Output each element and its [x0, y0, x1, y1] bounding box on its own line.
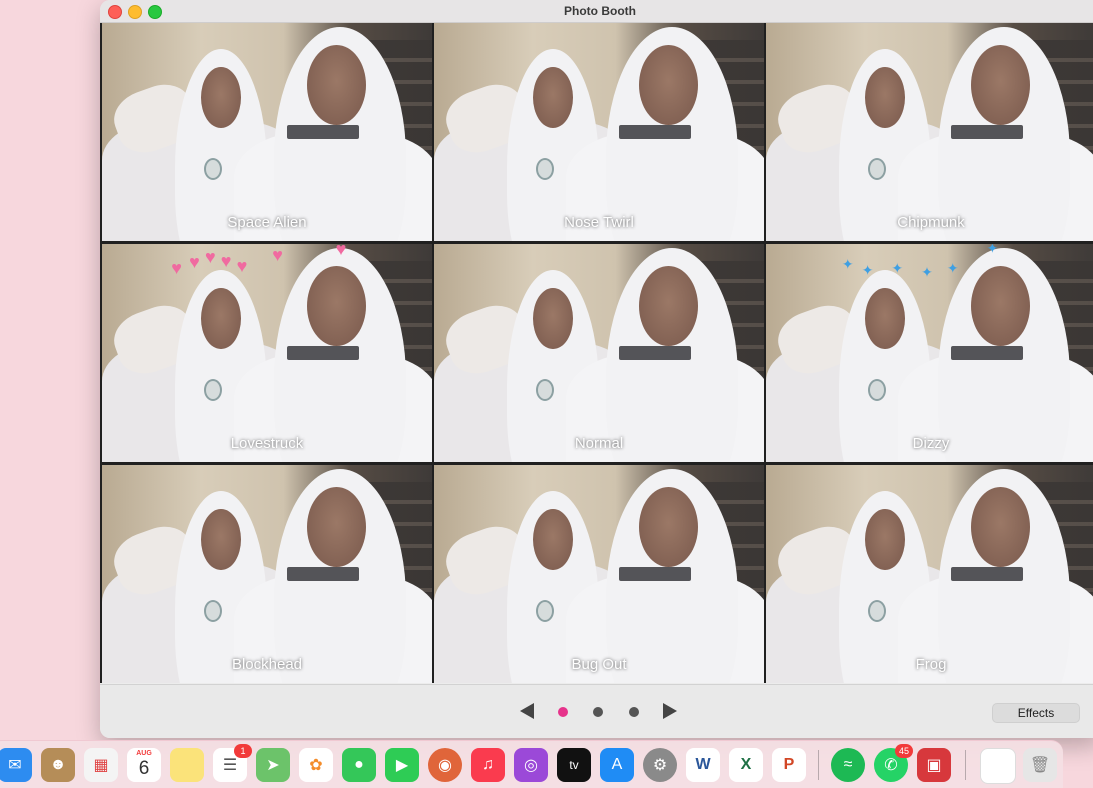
title-bar[interactable]: Photo Booth: [100, 0, 1093, 23]
whatsapp-icon[interactable]: ✆ 45: [874, 744, 913, 782]
effect-label: Lovestruck: [230, 435, 304, 452]
effect-tile-bug-out[interactable]: Bug Out: [434, 465, 764, 683]
excel-icon[interactable]: X: [729, 748, 763, 782]
effect-tile-chipmunk[interactable]: Chipmunk: [766, 23, 1093, 241]
whatsapp-badge: 45: [895, 744, 913, 758]
effect-label: Dizzy: [912, 435, 950, 452]
messages-icon[interactable]: ●: [342, 748, 376, 782]
bird-icon: ✦: [841, 255, 854, 272]
bird-icon: ✦: [986, 244, 999, 257]
calendar-month: AUG: [136, 750, 152, 757]
effect-label: Nose Twirl: [564, 214, 634, 231]
photo-booth-dock-icon[interactable]: ◉: [428, 748, 462, 782]
effects-button[interactable]: Effects: [992, 703, 1080, 723]
dock-separator: [965, 750, 966, 780]
dock-separator: [818, 750, 819, 780]
contacts-icon[interactable]: ☻: [41, 748, 75, 782]
bird-icon: ✦: [861, 261, 874, 278]
effect-label: Frog: [915, 656, 947, 673]
next-page-icon[interactable]: [663, 703, 677, 719]
reminders-badge: 1: [234, 744, 252, 758]
effect-label: Normal: [574, 435, 624, 452]
minimize-window-button[interactable]: [128, 5, 142, 19]
document-icon[interactable]: [980, 748, 1016, 784]
app-store-icon[interactable]: A: [600, 748, 634, 782]
heart-icon: ♥: [335, 244, 347, 259]
effect-label: Chipmunk: [897, 214, 965, 231]
reminders-icon[interactable]: ☰ 1: [213, 744, 252, 782]
dock: ✉ ☻ ▦ AUG 6 ☰ 1 ➤ ✿ ● ▶ ◉ ♫ ◎ tv A ⚙ W X…: [0, 740, 1063, 788]
bird-icon: ✦: [891, 259, 904, 276]
heart-icon: ♥: [204, 246, 216, 267]
heart-icon: ♥: [189, 252, 200, 273]
photo-booth-window: Photo Booth Space Alien Nose Twirl Chipm: [100, 0, 1093, 738]
previous-page-icon[interactable]: [520, 703, 534, 719]
effect-label: Blockhead: [231, 656, 303, 673]
heart-icon: ♥: [171, 258, 182, 279]
heart-icon: ♥: [236, 256, 248, 277]
page-dot-1[interactable]: [558, 707, 568, 717]
preview-icon[interactable]: ▣: [917, 748, 951, 782]
bird-icon: ✦: [921, 263, 933, 280]
effect-tile-lovestruck[interactable]: ♥ ♥ ♥ ♥ ♥ ♥ ♥ Lovestruck: [102, 244, 432, 462]
heart-icon: ♥: [220, 250, 232, 271]
bottom-toolbar: Effects: [100, 684, 1093, 738]
word-icon[interactable]: W: [686, 748, 720, 782]
launchpad-icon[interactable]: ▦: [84, 748, 118, 782]
effect-label: Bug Out: [571, 656, 627, 673]
close-window-button[interactable]: [108, 5, 122, 19]
effect-tile-frog[interactable]: Frog: [766, 465, 1093, 683]
spotify-icon[interactable]: ≈: [831, 748, 865, 782]
calendar-icon[interactable]: AUG 6: [127, 748, 161, 782]
effect-tile-nose-twirl[interactable]: Nose Twirl: [434, 23, 764, 241]
music-icon[interactable]: ♫: [471, 748, 505, 782]
effect-tile-dizzy[interactable]: ✦ ✦ ✦ ✦ ✦ ✦ Dizzy: [766, 244, 1093, 462]
birds-overlay: ✦ ✦ ✦ ✦ ✦ ✦: [832, 244, 1030, 283]
tv-icon[interactable]: tv: [557, 748, 591, 782]
maps-icon[interactable]: ➤: [256, 748, 290, 782]
hearts-overlay: ♥ ♥ ♥ ♥ ♥ ♥ ♥: [161, 244, 359, 290]
effect-tile-normal[interactable]: Normal: [434, 244, 764, 462]
calendar-day: 6: [138, 758, 150, 779]
system-preferences-icon[interactable]: ⚙: [643, 748, 677, 782]
window-title: Photo Booth: [564, 4, 636, 18]
page-dot-2[interactable]: [593, 707, 603, 717]
effects-grid: Space Alien Nose Twirl Chipmunk ♥ ♥ ♥ ♥ …: [100, 23, 1093, 683]
mail-icon[interactable]: ✉: [0, 748, 32, 782]
effect-tile-space-alien[interactable]: Space Alien: [102, 23, 432, 241]
heart-icon: ♥: [272, 244, 283, 265]
bird-icon: ✦: [946, 259, 959, 276]
page-dot-3[interactable]: [629, 707, 639, 717]
maximize-window-button[interactable]: [148, 5, 162, 19]
effect-tile-blockhead[interactable]: Blockhead: [102, 465, 432, 683]
trash-icon[interactable]: 🗑: [1023, 748, 1057, 782]
facetime-icon[interactable]: ▶: [385, 748, 419, 782]
powerpoint-icon[interactable]: P: [772, 748, 806, 782]
notes-icon[interactable]: [170, 748, 204, 782]
photos-icon[interactable]: ✿: [299, 748, 333, 782]
effect-label: Space Alien: [227, 214, 307, 231]
podcasts-icon[interactable]: ◎: [514, 748, 548, 782]
